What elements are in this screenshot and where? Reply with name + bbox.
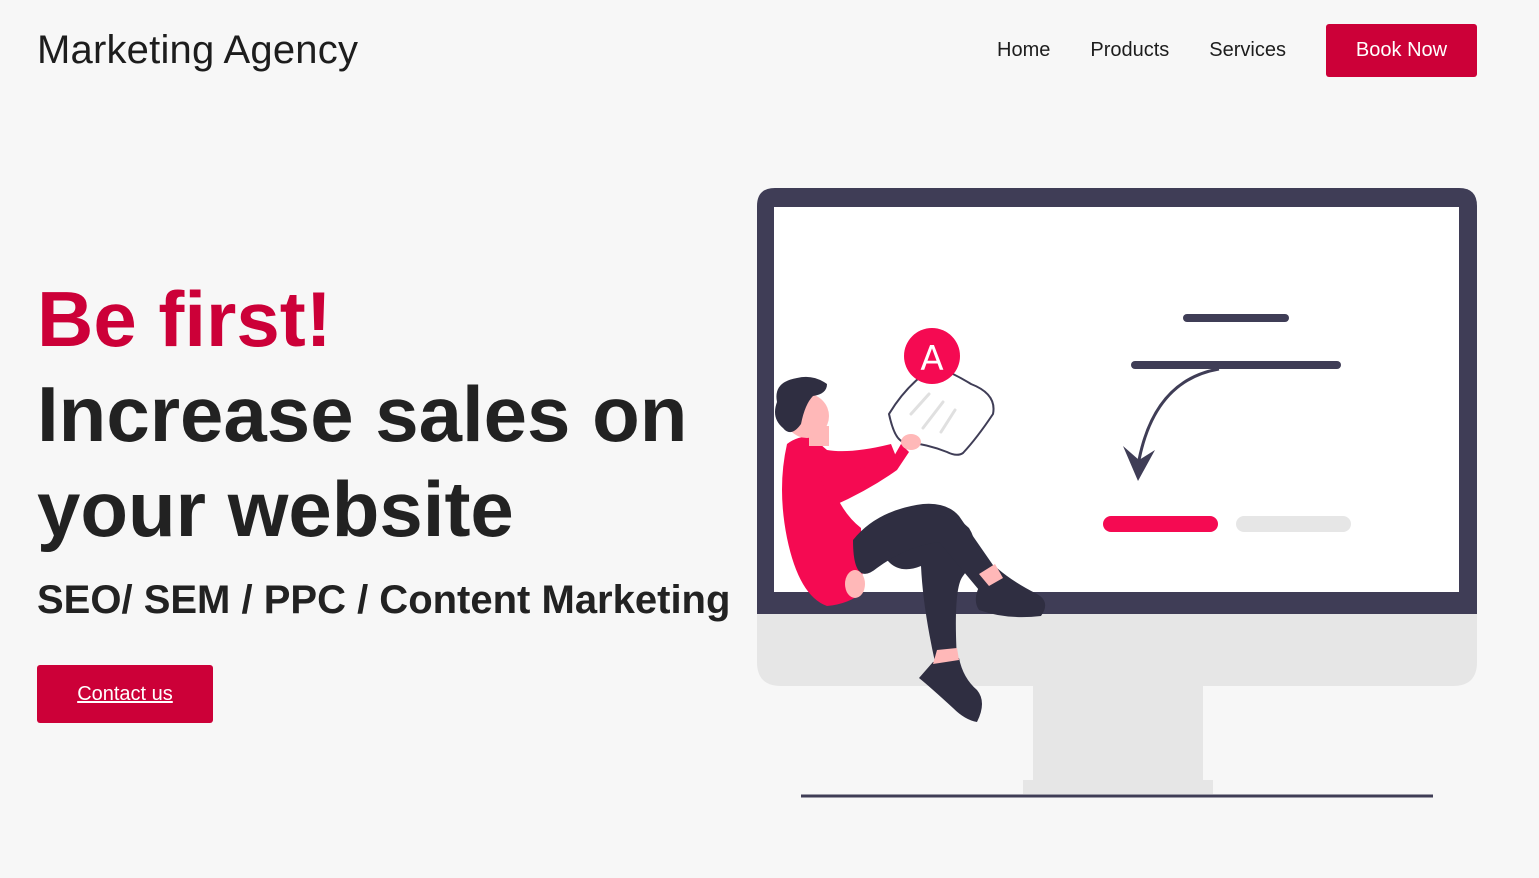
monitor-stand — [1033, 683, 1203, 783]
badge-letter: A — [920, 339, 943, 379]
hero-headline: Be first! Increase sales on your website — [37, 272, 687, 557]
brand-logo[interactable]: Marketing Agency — [37, 28, 358, 73]
screen-line-long — [1131, 361, 1341, 369]
screen-line-short — [1183, 314, 1289, 322]
services-tagline: SEO/ SEM / PPC / Content Marketing — [37, 578, 731, 622]
nav-services[interactable]: Services — [1209, 39, 1286, 62]
hero-title-line-2: your website — [37, 465, 514, 553]
monitor-chin — [757, 608, 1477, 686]
person-hand-knee — [845, 570, 865, 598]
main-nav: Home Products Services Book Now — [997, 24, 1477, 77]
screen-empty-bar — [1236, 516, 1351, 532]
monitor-base — [1023, 780, 1213, 794]
hero-illustration: A — [757, 188, 1477, 798]
book-now-button[interactable]: Book Now — [1326, 24, 1477, 77]
hero-accent-text: Be first! — [37, 275, 332, 363]
hero-title-line-1: Increase sales on — [37, 370, 688, 458]
contact-us-button[interactable]: Contact us — [37, 665, 213, 723]
nav-products[interactable]: Products — [1090, 39, 1169, 62]
person-hand — [901, 434, 921, 450]
screen-progress-bar — [1103, 516, 1218, 532]
nav-home[interactable]: Home — [997, 39, 1050, 62]
